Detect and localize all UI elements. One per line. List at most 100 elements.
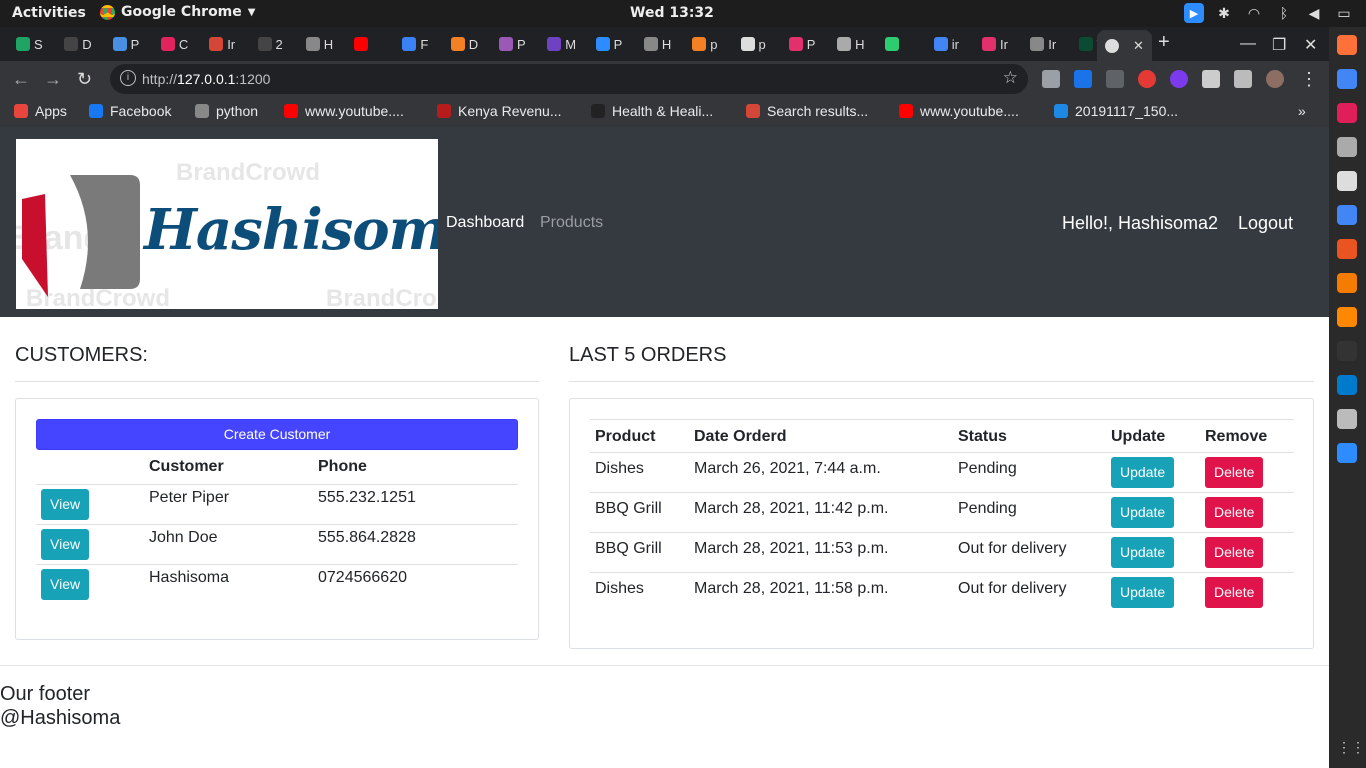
zoom-icon[interactable] bbox=[1337, 443, 1357, 463]
bookmark-item[interactable]: www.youtube.... bbox=[899, 103, 1019, 119]
browser-tab[interactable] bbox=[885, 35, 903, 53]
browser-tab[interactable]: M bbox=[547, 35, 576, 53]
browser-tab[interactable]: Ir bbox=[1030, 35, 1056, 53]
browser-tab[interactable]: D bbox=[450, 35, 478, 53]
profile-avatar-icon[interactable] bbox=[1266, 70, 1284, 88]
new-tab-icon[interactable]: + bbox=[1158, 31, 1170, 54]
browser-tab[interactable]: p bbox=[692, 35, 717, 53]
purple-extension-icon[interactable] bbox=[1170, 70, 1188, 88]
delete-order-button[interactable]: Delete bbox=[1205, 457, 1264, 488]
docs-icon[interactable] bbox=[1337, 205, 1357, 225]
update-order-button[interactable]: Update bbox=[1111, 457, 1175, 488]
delete-order-button[interactable]: Delete bbox=[1205, 537, 1264, 568]
browser-tab[interactable]: Ir bbox=[209, 35, 235, 53]
browser-tab[interactable]: p bbox=[740, 35, 766, 53]
forward-icon[interactable]: → bbox=[44, 69, 62, 90]
download-extension-icon[interactable] bbox=[1074, 70, 1092, 88]
bookmark-item[interactable]: Kenya Revenu... bbox=[437, 103, 562, 119]
update-order-button[interactable]: Update bbox=[1111, 497, 1175, 528]
bookmark-item[interactable]: www.youtube.... bbox=[284, 103, 404, 119]
browser-tab[interactable]: ir bbox=[933, 35, 959, 53]
vscode-icon[interactable] bbox=[1337, 375, 1357, 395]
activities-button[interactable]: Activities bbox=[12, 5, 86, 21]
browser-tab[interactable]: P bbox=[112, 35, 139, 53]
delete-order-button[interactable]: Delete bbox=[1205, 497, 1264, 528]
info-icon[interactable]: i bbox=[120, 70, 136, 86]
terminal-icon[interactable] bbox=[1337, 341, 1357, 361]
minimize-icon[interactable]: — bbox=[1240, 35, 1256, 53]
browser-tab[interactable]: H bbox=[305, 35, 333, 53]
reload-icon[interactable]: ↻ bbox=[77, 69, 92, 90]
bookmark-item[interactable]: Search results... bbox=[746, 103, 868, 119]
nav-dashboard-link[interactable]: Dashboard bbox=[446, 214, 524, 232]
logout-link[interactable]: Logout bbox=[1238, 213, 1293, 234]
browser-tab[interactable]: P bbox=[788, 35, 815, 53]
browser-tab[interactable]: H bbox=[837, 35, 864, 53]
browser-tab[interactable]: 2 bbox=[257, 35, 283, 53]
puzzle-extensions-icon[interactable] bbox=[1202, 70, 1220, 88]
order-status: Out for delivery bbox=[958, 580, 1067, 597]
files-icon[interactable] bbox=[1337, 137, 1357, 157]
show-apps-icon[interactable]: ⋮⋮ bbox=[1337, 739, 1365, 759]
active-browser-tab[interactable]: ✕ bbox=[1097, 30, 1152, 61]
site-logo[interactable]: BrandCrowd Brand BrandCrowd BrandCro Has… bbox=[16, 139, 438, 309]
view-customer-button[interactable]: View bbox=[41, 568, 90, 600]
tab-label: P bbox=[517, 36, 526, 52]
address-bar[interactable]: i http://127.0.0.1:1200 ☆ bbox=[110, 64, 1028, 94]
browser-tab[interactable]: H bbox=[643, 35, 671, 53]
printer-icon[interactable] bbox=[1337, 409, 1357, 429]
bookmark-favicon-icon bbox=[591, 104, 605, 118]
bookmark-item[interactable]: Health & Heali... bbox=[591, 103, 713, 119]
system-tray[interactable]: ▶ ✱ ◠ ᛒ ◀ ▭ bbox=[1184, 3, 1354, 23]
bookmark-item[interactable]: Apps bbox=[14, 103, 67, 119]
bluetooth-icon[interactable]: ᛒ bbox=[1274, 3, 1294, 23]
tab-favicon-icon bbox=[547, 37, 562, 51]
app-menu[interactable]: Google Chrome ▼ bbox=[100, 4, 255, 20]
zoom-icon[interactable]: ▶ bbox=[1184, 3, 1204, 23]
media-control-icon[interactable] bbox=[1234, 70, 1252, 88]
red-extension-icon[interactable] bbox=[1138, 70, 1156, 88]
bookmarks-overflow-icon[interactable]: » bbox=[1298, 103, 1306, 119]
compass-icon[interactable] bbox=[1337, 273, 1357, 293]
pen-extension-icon[interactable] bbox=[1106, 70, 1124, 88]
camera-extension-icon[interactable] bbox=[1042, 70, 1060, 88]
browser-tab[interactable]: S bbox=[16, 35, 43, 53]
bookmark-star-icon[interactable]: ☆ bbox=[1003, 68, 1018, 88]
update-order-button[interactable]: Update bbox=[1111, 577, 1175, 608]
bookmark-item[interactable]: Facebook bbox=[89, 103, 171, 119]
kebab-menu-icon[interactable]: ⋮ bbox=[1300, 69, 1318, 90]
update-order-button[interactable]: Update bbox=[1111, 537, 1175, 568]
column-header-actions bbox=[36, 454, 144, 485]
browser-tab[interactable]: P bbox=[499, 35, 526, 53]
chrome-icon[interactable] bbox=[1337, 69, 1357, 89]
clock[interactable]: Wed 13:32 bbox=[630, 5, 714, 21]
delete-order-button[interactable]: Delete bbox=[1205, 577, 1264, 608]
table-cell: View bbox=[36, 484, 144, 525]
firefox-icon[interactable] bbox=[1337, 35, 1357, 55]
vlc-icon[interactable] bbox=[1337, 307, 1357, 327]
tab-close-icon[interactable]: ✕ bbox=[1133, 38, 1144, 54]
browser-tab[interactable] bbox=[354, 35, 372, 53]
customers-table: Customer Phone View Peter Piper 555.232.… bbox=[36, 454, 518, 604]
browser-tab[interactable]: Ir bbox=[982, 35, 1008, 53]
browser-tab[interactable]: P bbox=[595, 35, 622, 53]
browser-tab[interactable]: C bbox=[160, 35, 188, 53]
back-icon[interactable]: ← bbox=[12, 69, 30, 90]
software-icon[interactable] bbox=[1337, 239, 1357, 259]
close-window-icon[interactable]: ✕ bbox=[1304, 35, 1317, 55]
view-customer-button[interactable]: View bbox=[41, 488, 90, 520]
camera-icon[interactable] bbox=[1337, 171, 1357, 191]
nav-products-link[interactable]: Products bbox=[540, 214, 603, 232]
volume-icon[interactable]: ◀ bbox=[1304, 3, 1324, 23]
browser-tab[interactable]: F bbox=[402, 35, 428, 53]
slack-icon[interactable] bbox=[1337, 103, 1357, 123]
slack-icon[interactable]: ✱ bbox=[1214, 3, 1234, 23]
maximize-icon[interactable]: ❐ bbox=[1272, 35, 1286, 55]
browser-tab[interactable]: D bbox=[64, 35, 92, 53]
bookmark-item[interactable]: python bbox=[195, 103, 258, 119]
battery-icon[interactable]: ▭ bbox=[1334, 3, 1354, 23]
create-customer-button[interactable]: Create Customer bbox=[36, 419, 518, 450]
view-customer-button[interactable]: View bbox=[41, 528, 90, 560]
wifi-icon[interactable]: ◠ bbox=[1244, 3, 1264, 23]
bookmark-item[interactable]: 20191117_150... bbox=[1054, 103, 1178, 119]
